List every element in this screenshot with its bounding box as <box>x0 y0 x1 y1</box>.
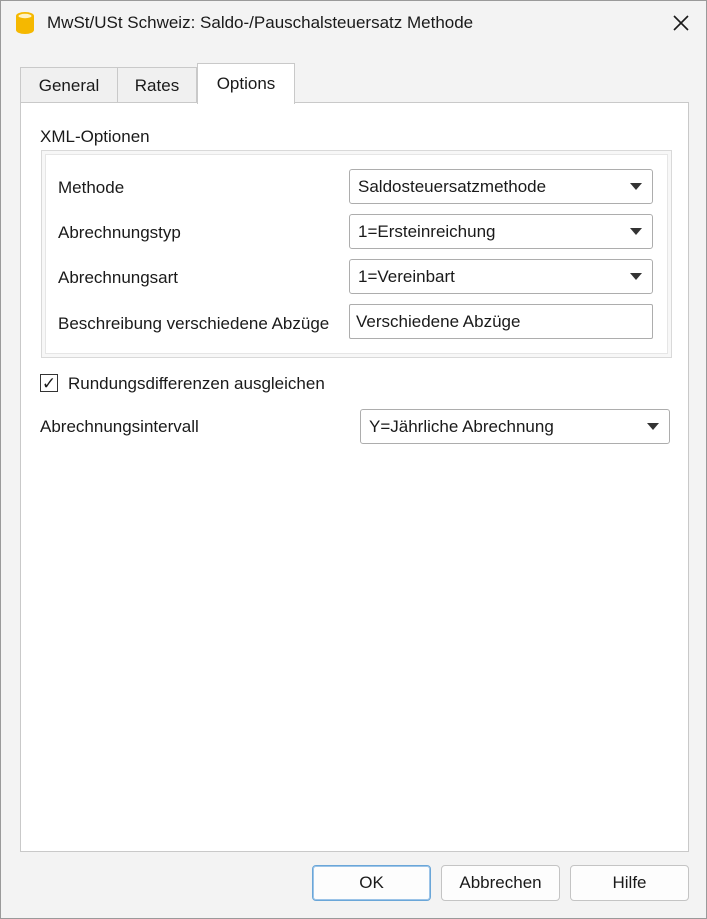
help-button[interactable]: Hilfe <box>570 865 689 901</box>
beschreibung-label: Beschreibung verschiedene Abzüge <box>58 314 330 333</box>
tab-rates[interactable]: Rates <box>117 67 197 103</box>
checkmark-icon: ✓ <box>41 373 57 393</box>
tab-options[interactable]: Options <box>197 63 295 104</box>
chevron-down-icon <box>630 273 642 280</box>
chevron-down-icon <box>630 228 642 235</box>
dialog-window: MwSt/USt Schweiz: Saldo-/Pauschalsteuers… <box>0 0 707 919</box>
rundung-checkbox[interactable]: ✓ <box>40 374 58 392</box>
abrechnungstyp-select[interactable]: 1=Ersteinreichung <box>349 214 653 249</box>
cancel-button[interactable]: Abbrechen <box>441 865 560 901</box>
intervall-value: Y=Jährliche Abrechnung <box>369 416 554 436</box>
beschreibung-value: Verschiedene Abzüge <box>356 311 521 331</box>
intervall-select[interactable]: Y=Jährliche Abrechnung <box>360 409 670 444</box>
xml-options-title: XML-Optionen <box>40 127 150 146</box>
methode-value: Saldosteuersatzmethode <box>358 176 547 196</box>
app-database-icon <box>15 11 35 35</box>
beschreibung-input[interactable]: Verschiedene Abzüge <box>349 304 653 339</box>
chevron-down-icon <box>630 183 642 190</box>
abrechnungstyp-value: 1=Ersteinreichung <box>358 221 496 241</box>
abrechnungsart-value: 1=Vereinbart <box>358 266 455 286</box>
tab-general[interactable]: General <box>20 67 118 103</box>
intervall-label: Abrechnungsintervall <box>40 417 199 436</box>
chevron-down-icon <box>647 423 659 430</box>
rundung-label: Rundungsdifferenzen ausgleichen <box>68 374 325 393</box>
abrechnungsart-select[interactable]: 1=Vereinbart <box>349 259 653 294</box>
abrechnungstyp-label: Abrechnungstyp <box>58 223 181 242</box>
methode-label: Methode <box>58 178 125 197</box>
methode-select[interactable]: Saldosteuersatzmethode <box>349 169 653 204</box>
xml-options-group: Methode Saldosteuersatzmethode Abrechnun… <box>41 150 672 358</box>
ok-button[interactable]: OK <box>312 865 431 901</box>
title-bar: MwSt/USt Schweiz: Saldo-/Pauschalsteuers… <box>1 1 706 45</box>
window-title: MwSt/USt Schweiz: Saldo-/Pauschalsteuers… <box>47 13 474 32</box>
options-panel: XML-Optionen Methode Saldosteuersatzmeth… <box>20 102 689 852</box>
close-icon[interactable] <box>664 7 698 39</box>
abrechnungsart-label: Abrechnungsart <box>58 268 179 287</box>
